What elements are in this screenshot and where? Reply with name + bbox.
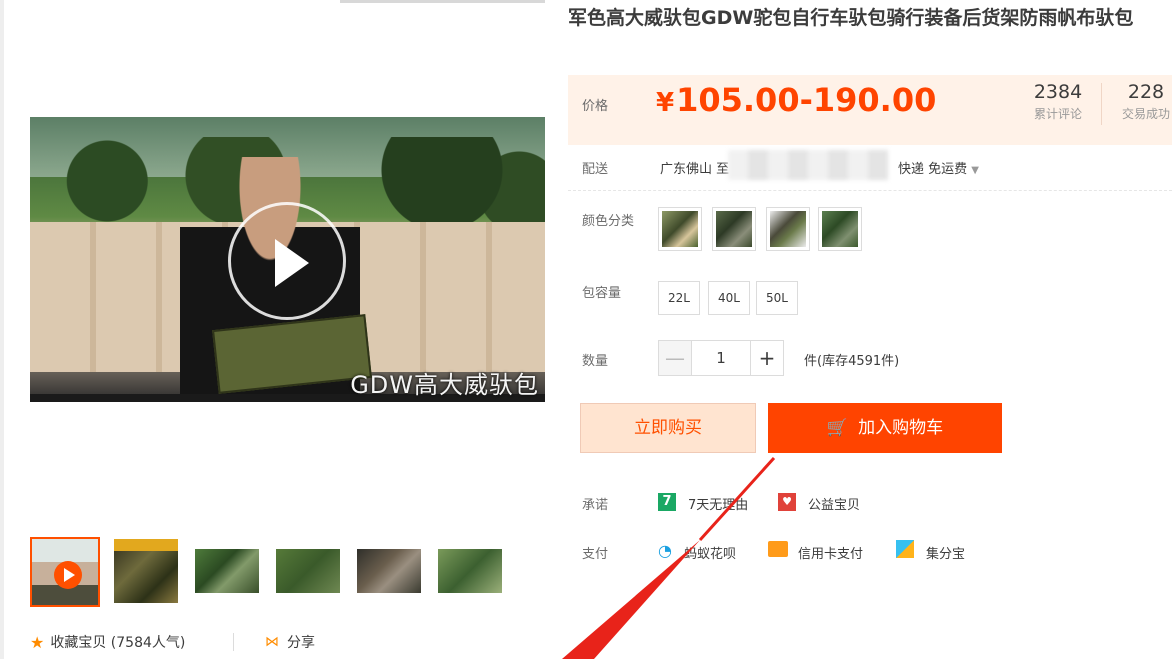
annotation-arrow [562,456,776,659]
